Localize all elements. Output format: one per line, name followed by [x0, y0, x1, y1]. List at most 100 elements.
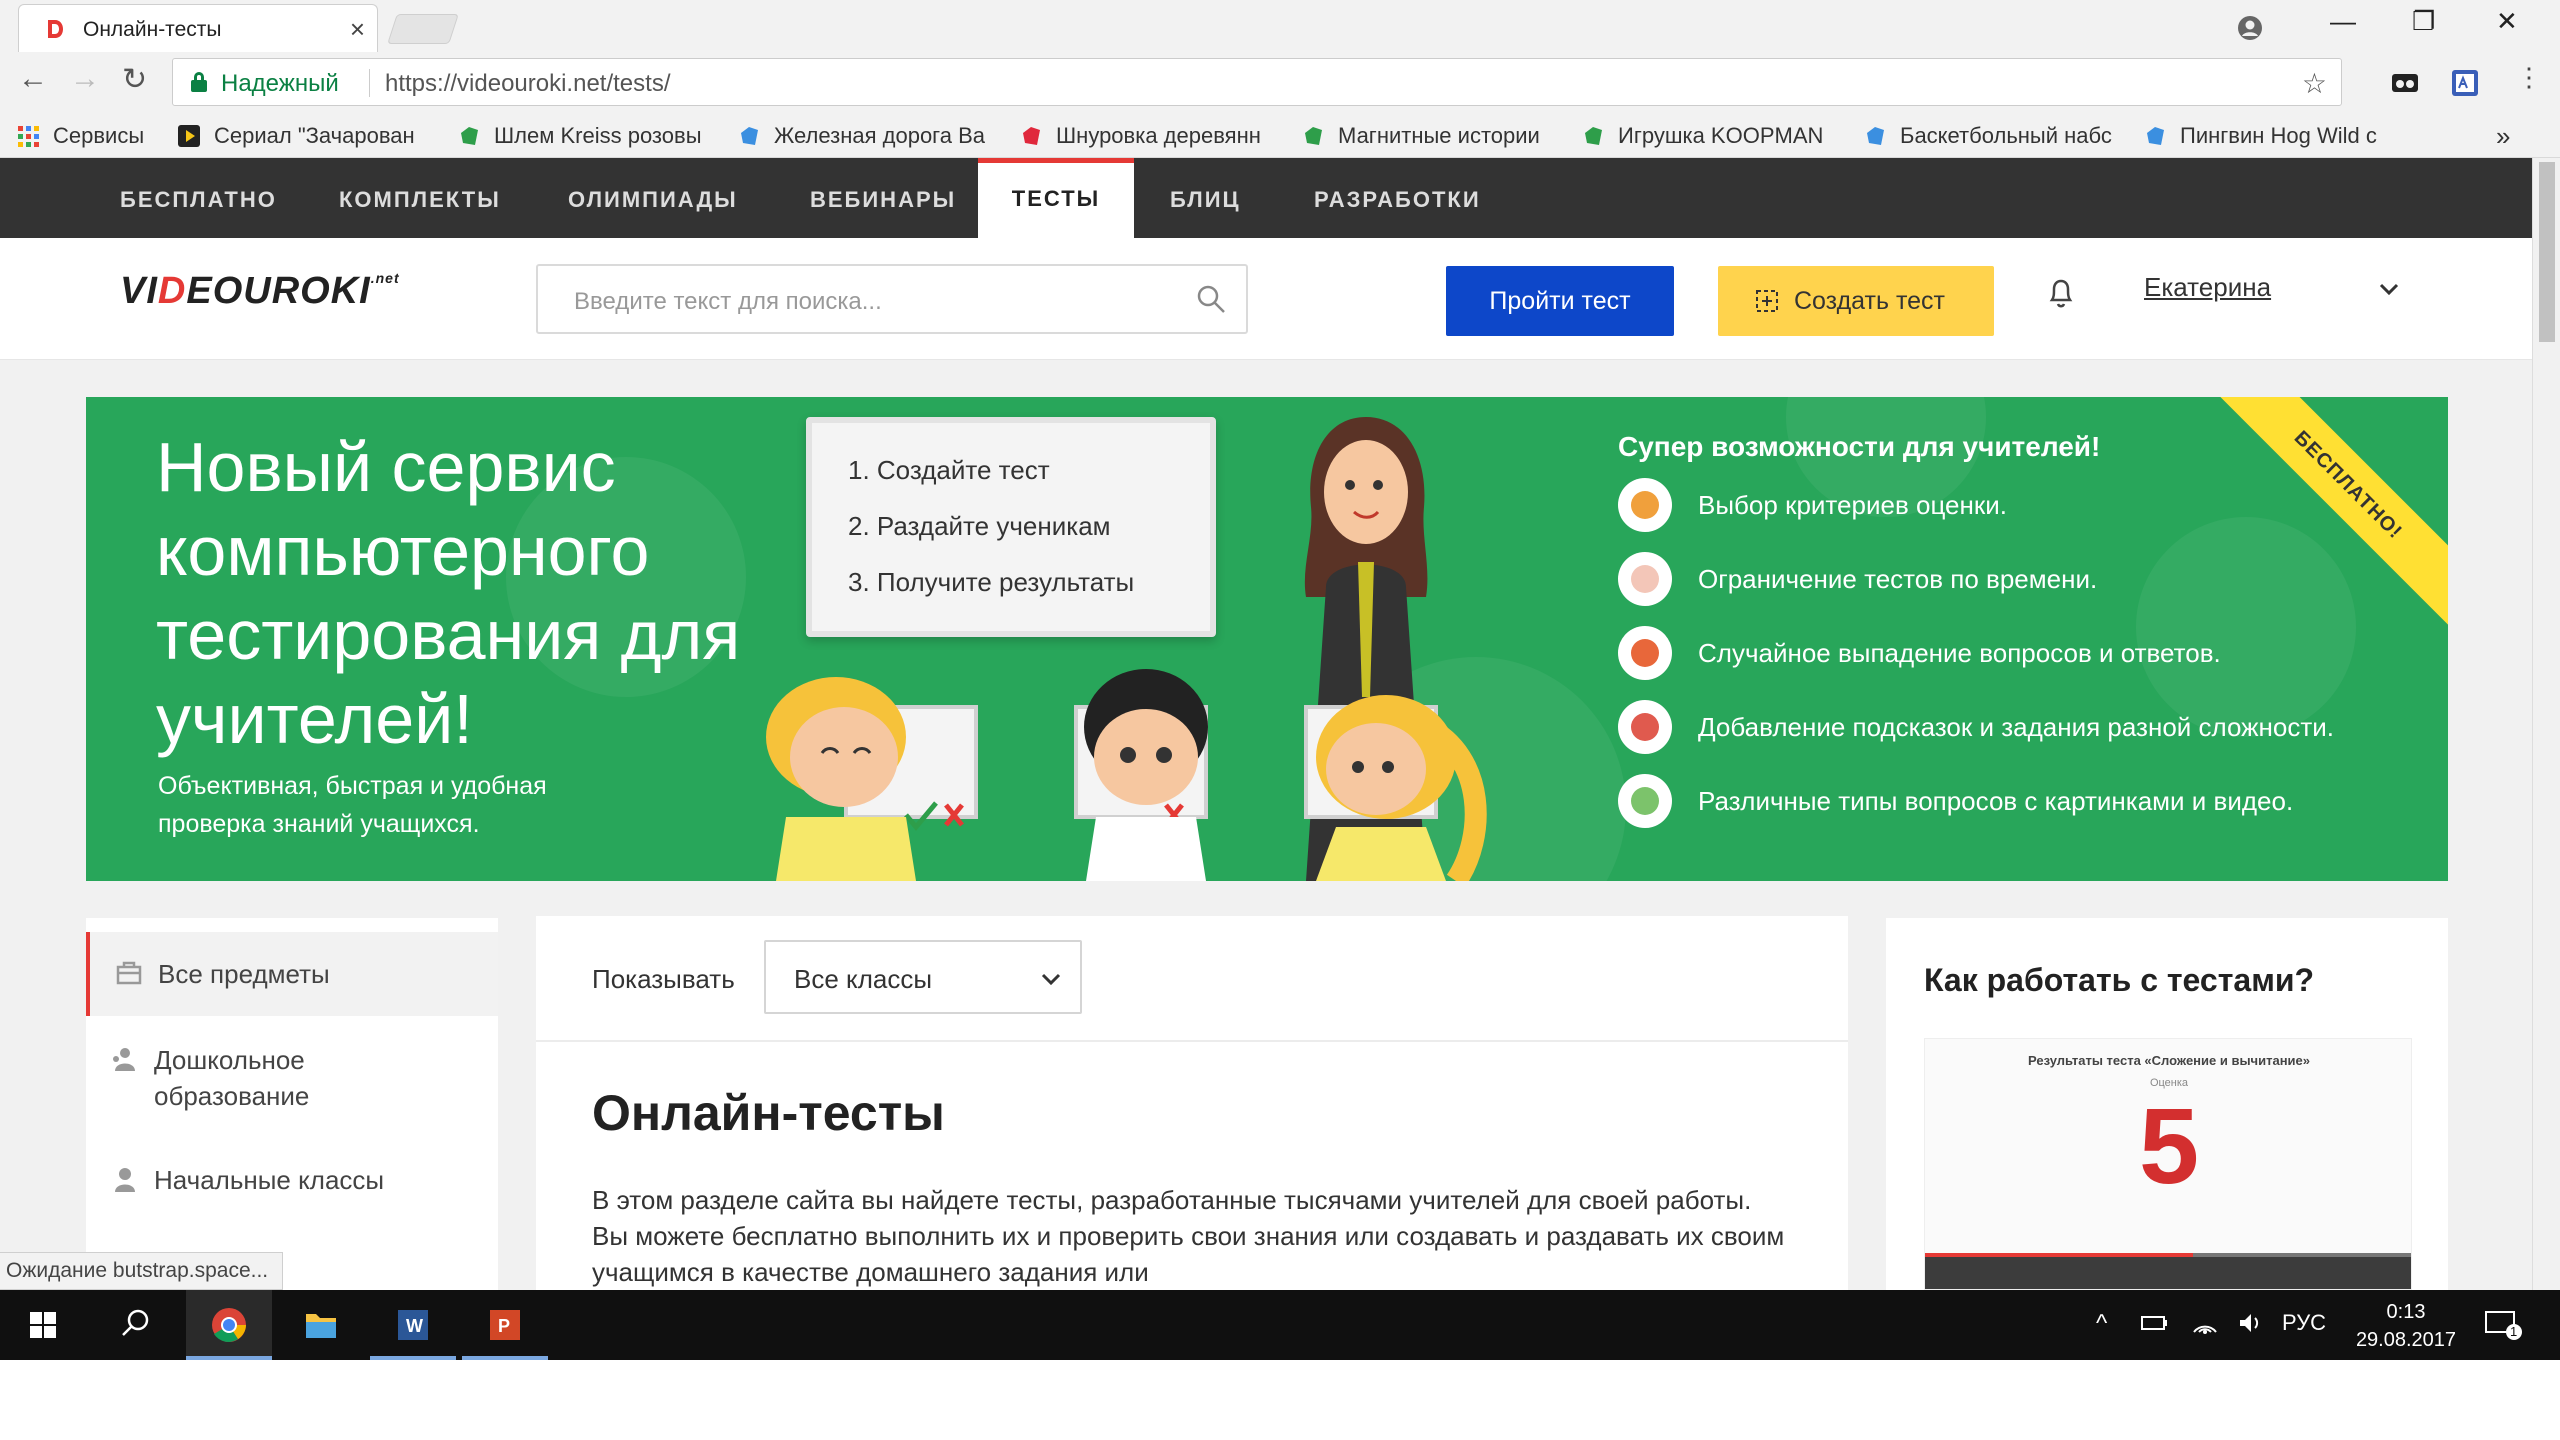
- close-window-button[interactable]: ✕: [2496, 6, 2518, 37]
- bookmark-label: Шлем Kreiss розовы: [494, 123, 702, 148]
- restore-button[interactable]: ❐: [2412, 6, 2435, 37]
- thumbs-up-icon: [1618, 478, 1672, 532]
- search-icon[interactable]: [1196, 284, 1226, 314]
- take-test-button[interactable]: Пройти тест: [1446, 266, 1674, 336]
- sidebar-item-preschool[interactable]: Дошкольное образование: [86, 1042, 498, 1126]
- create-test-button[interactable]: Создать тест: [1718, 266, 1994, 336]
- url-divider: [369, 69, 370, 97]
- site-nav: БЕСПЛАТНО КОМПЛЕКТЫ ОЛИМПИАДЫ ВЕБИНАРЫ Т…: [0, 158, 2532, 238]
- powerpoint-app[interactable]: P: [462, 1290, 548, 1360]
- dice-icon: [1618, 626, 1672, 680]
- perk-item: Выбор критериев оценки.: [1618, 477, 2007, 533]
- bookmark-item[interactable]: Игрушка KOOPMAN: [1582, 121, 1838, 151]
- bookmark-label: Железная дорога Ва: [774, 123, 985, 148]
- svg-text:W: W: [406, 1316, 423, 1336]
- sidebar-item-primary-school[interactable]: Начальные классы: [86, 1162, 498, 1212]
- bookmark-label: Баскетбольный набс: [1900, 123, 2112, 148]
- browser-menu-icon[interactable]: ⋮: [2516, 62, 2546, 92]
- subjects-sidebar: Все предметы Дошкольное образование Нача…: [86, 918, 498, 1290]
- forward-button[interactable]: →: [70, 62, 100, 96]
- powerpoint-icon: P: [490, 1310, 520, 1340]
- user-name-link[interactable]: Екатерина: [2144, 272, 2271, 303]
- site-header: VIDEOUROKI.net Введите текст для поиска.…: [0, 238, 2532, 360]
- nav-item-tests[interactable]: ТЕСТЫ: [978, 158, 1134, 238]
- perk-label: Выбор критериев оценки.: [1698, 489, 2007, 520]
- new-tab-button[interactable]: [387, 14, 459, 44]
- site-logo[interactable]: VIDEOUROKI.net: [120, 270, 400, 313]
- search-input[interactable]: Введите текст для поиска...: [536, 264, 1248, 334]
- perk-label: Ограничение тестов по времени.: [1698, 563, 2098, 594]
- volume-icon[interactable]: [2236, 1310, 2266, 1343]
- system-clock[interactable]: 0:13 29.08.2017: [2336, 1298, 2476, 1354]
- bookmark-label: Сервисы: [53, 123, 145, 148]
- bookmarks-overflow-button[interactable]: »: [2496, 121, 2510, 151]
- tray-overflow-button[interactable]: ^: [2096, 1310, 2107, 1338]
- chevron-down-icon[interactable]: [2378, 276, 2400, 302]
- battery-icon[interactable]: [2140, 1310, 2170, 1343]
- how-to-video[interactable]: Результаты теста «Сложение и вычитание» …: [1924, 1038, 2412, 1290]
- nav-item-webinars[interactable]: ВЕБИНАРЫ: [810, 158, 956, 238]
- nav-item-free[interactable]: БЕСПЛАТНО: [120, 158, 277, 238]
- bookmark-item[interactable]: Железная дорога Ва: [738, 121, 994, 151]
- video-progress-bar[interactable]: [1925, 1253, 2411, 1257]
- how-to-card: Как работать с тестами? Результаты теста…: [1886, 918, 2448, 1290]
- start-button[interactable]: [0, 1290, 86, 1360]
- tab-strip: Онлайн-тесты × — ❐ ✕: [0, 0, 2560, 52]
- subjects-icon: [116, 961, 142, 985]
- perk-item: Ограничение тестов по времени.: [1618, 551, 2097, 607]
- perk-item: Различные типы вопросов с картинками и в…: [1618, 773, 2293, 829]
- url-text[interactable]: https://videouroki.net/tests/: [385, 70, 670, 98]
- reload-button[interactable]: ↻: [122, 62, 147, 97]
- sidebar-item-all-subjects[interactable]: Все предметы: [86, 932, 498, 1016]
- page-scrollbar[interactable]: [2532, 158, 2560, 1290]
- grade-select[interactable]: Все классы: [764, 940, 1082, 1014]
- nav-item-developments[interactable]: РАЗРАБОТКИ: [1314, 158, 1481, 238]
- chrome-icon: [212, 1308, 246, 1342]
- minimize-button[interactable]: —: [2330, 6, 2356, 37]
- filter-row: Показывать Все классы: [536, 916, 1848, 1042]
- browser-tab[interactable]: Онлайн-тесты ×: [18, 4, 378, 52]
- wifi-icon[interactable]: [2190, 1310, 2220, 1343]
- nav-item-blitz[interactable]: БЛИЦ: [1170, 158, 1241, 238]
- scrollbar-thumb[interactable]: [2539, 162, 2555, 342]
- how-to-title: Как работать с тестами?: [1924, 962, 2315, 998]
- bookmark-star-icon[interactable]: ☆: [2302, 67, 2327, 100]
- bookmark-label: Сериал "Зачарован: [214, 123, 415, 148]
- bookmark-services[interactable]: Сервисы: [18, 121, 144, 151]
- explorer-app[interactable]: [278, 1290, 364, 1360]
- profile-icon[interactable]: [2236, 6, 2264, 49]
- extension-translate-icon[interactable]: [2450, 68, 2480, 98]
- keyboard-language[interactable]: РУС: [2282, 1310, 2326, 1336]
- bookmark-item[interactable]: Шнуровка деревянн: [1020, 121, 1280, 151]
- windows-logo-icon: [30, 1312, 56, 1338]
- secure-label: Надежный: [221, 70, 339, 97]
- search-placeholder: Введите текст для поиска...: [574, 288, 882, 315]
- bookmark-item[interactable]: Пингвин Hog Wild с: [2144, 121, 2400, 151]
- perk-label: Случайное выпадение вопросов и ответов.: [1698, 637, 2221, 668]
- address-bar[interactable]: Надежный https://videouroki.net/tests/ ☆: [172, 58, 2342, 106]
- nav-item-kits[interactable]: КОМПЛЕКТЫ: [339, 158, 501, 238]
- show-filter-label: Показывать: [592, 964, 735, 994]
- bookmark-item[interactable]: Сериал "Зачарован: [178, 121, 438, 151]
- nav-item-olympiads[interactable]: ОЛИМПИАДЫ: [568, 158, 738, 238]
- browser-toolbar: ← → ↻ Надежный https://videouroki.net/te…: [0, 52, 2560, 112]
- tab-close-icon[interactable]: ×: [350, 14, 365, 45]
- promo-banner[interactable]: Новый сервис компьютерного тестирования …: [86, 397, 2448, 881]
- folder-icon: [306, 1314, 336, 1338]
- bookmark-item[interactable]: Магнитные истории: [1302, 121, 1558, 151]
- primary-school-icon: [115, 1168, 135, 1192]
- bookmark-item[interactable]: Баскетбольный набс: [1864, 121, 2120, 151]
- sidebar-item-label: Все предметы: [158, 959, 330, 989]
- action-center-icon[interactable]: 1: [2484, 1310, 2524, 1347]
- preschool-icon: [113, 1048, 135, 1071]
- word-app[interactable]: W: [370, 1290, 456, 1360]
- chrome-app[interactable]: [186, 1290, 272, 1360]
- extension-glasses-icon[interactable]: [2390, 68, 2420, 98]
- video-controls[interactable]: [1925, 1253, 2411, 1289]
- search-button[interactable]: [92, 1290, 178, 1360]
- notification-bell-icon[interactable]: [2046, 274, 2076, 314]
- perk-label: Добавление подсказок и задания разной сл…: [1698, 711, 2335, 742]
- bookmark-item[interactable]: Шлем Kreiss розовы: [458, 121, 714, 151]
- back-button[interactable]: ←: [18, 62, 48, 96]
- clock-date: 29.08.2017: [2355, 1329, 2457, 1351]
